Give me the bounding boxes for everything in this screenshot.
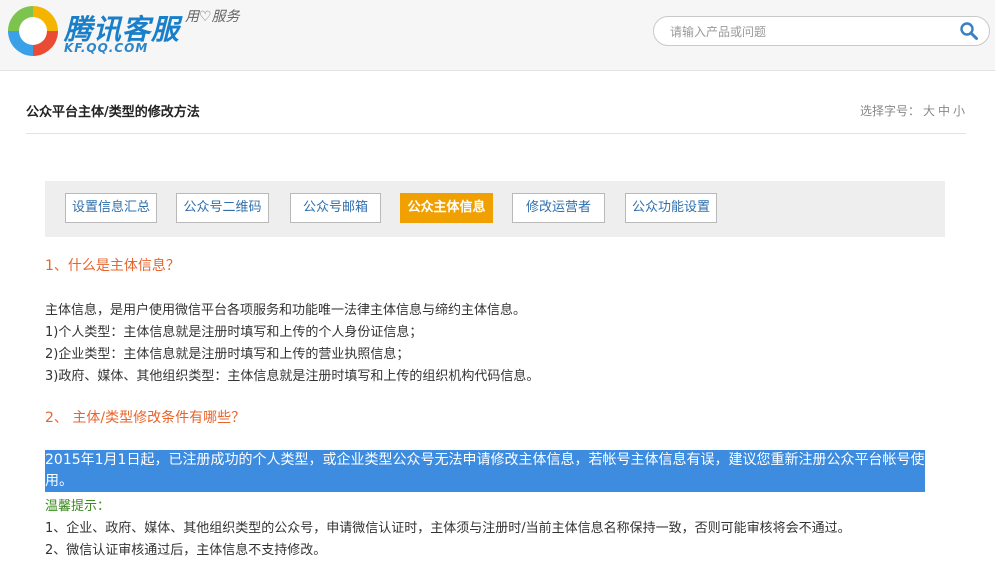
page-title: 公众平台主体/类型的修改方法 [26,105,200,120]
font-size-label: 选择字号： [859,104,920,118]
font-size-small[interactable]: 小 [953,104,965,118]
paragraph-line: 3)政府、媒体、其他组织类型：主体信息就是注册时填写和上传的组织机构代码信息。 [45,369,540,384]
paragraph-line: 2)企业类型：主体信息就是注册时填写和上传的营业执照信息； [45,347,410,362]
search-box [653,16,990,46]
tip-line: 1、企业、政府、媒体、其他组织类型的公众号，申请微信认证时，主体须与注册时/当前… [45,521,851,536]
title-divider [26,133,966,134]
question-1-heading: 1、什么是主体信息？ [45,258,180,274]
brand-domain: KF.QQ.COM [64,41,149,55]
font-size-medium[interactable]: 中 [938,104,950,118]
tab-settings-summary[interactable]: 设置信息汇总 [65,193,157,223]
qq-logo-icon[interactable] [8,6,58,56]
tab-qr-code[interactable]: 公众号二维码 [176,193,269,223]
tab-email[interactable]: 公众号邮箱 [290,193,381,223]
tip-line: 2、微信认证审核通过后，主体信息不支持修改。 [45,543,327,558]
font-size-selector: 选择字号：大中小 [860,102,965,119]
font-size-large[interactable]: 大 [923,104,935,118]
site-header: 腾讯客服 KF.QQ.COM 用♡服务 [0,0,995,71]
highlighted-notice: 2015年1月1日起，已注册成功的个人类型，或企业类型公众号无法申请修改主体信息… [45,450,925,492]
tab-function-settings[interactable]: 公众功能设置 [625,193,717,223]
tip-title: 温馨提示： [45,499,111,514]
search-input[interactable] [668,21,952,43]
brand-slogan: 用♡服务 [185,9,240,25]
search-icon[interactable] [959,21,979,41]
paragraph-line: 主体信息，是用户使用微信平台各项服务和功能唯一法律主体信息与缔约主体信息。 [45,303,527,318]
paragraph-line: 1)个人类型：主体信息就是注册时填写和上传的个人身份证信息； [45,325,423,340]
tab-bar: 设置信息汇总 公众号二维码 公众号邮箱 公众主体信息 修改运营者 公众功能设置 [45,181,945,237]
tab-change-operator[interactable]: 修改运营者 [512,193,605,223]
tab-entity-info[interactable]: 公众主体信息 [400,193,493,223]
question-2-heading: 2、 主体/类型修改条件有哪些？ [45,410,246,426]
